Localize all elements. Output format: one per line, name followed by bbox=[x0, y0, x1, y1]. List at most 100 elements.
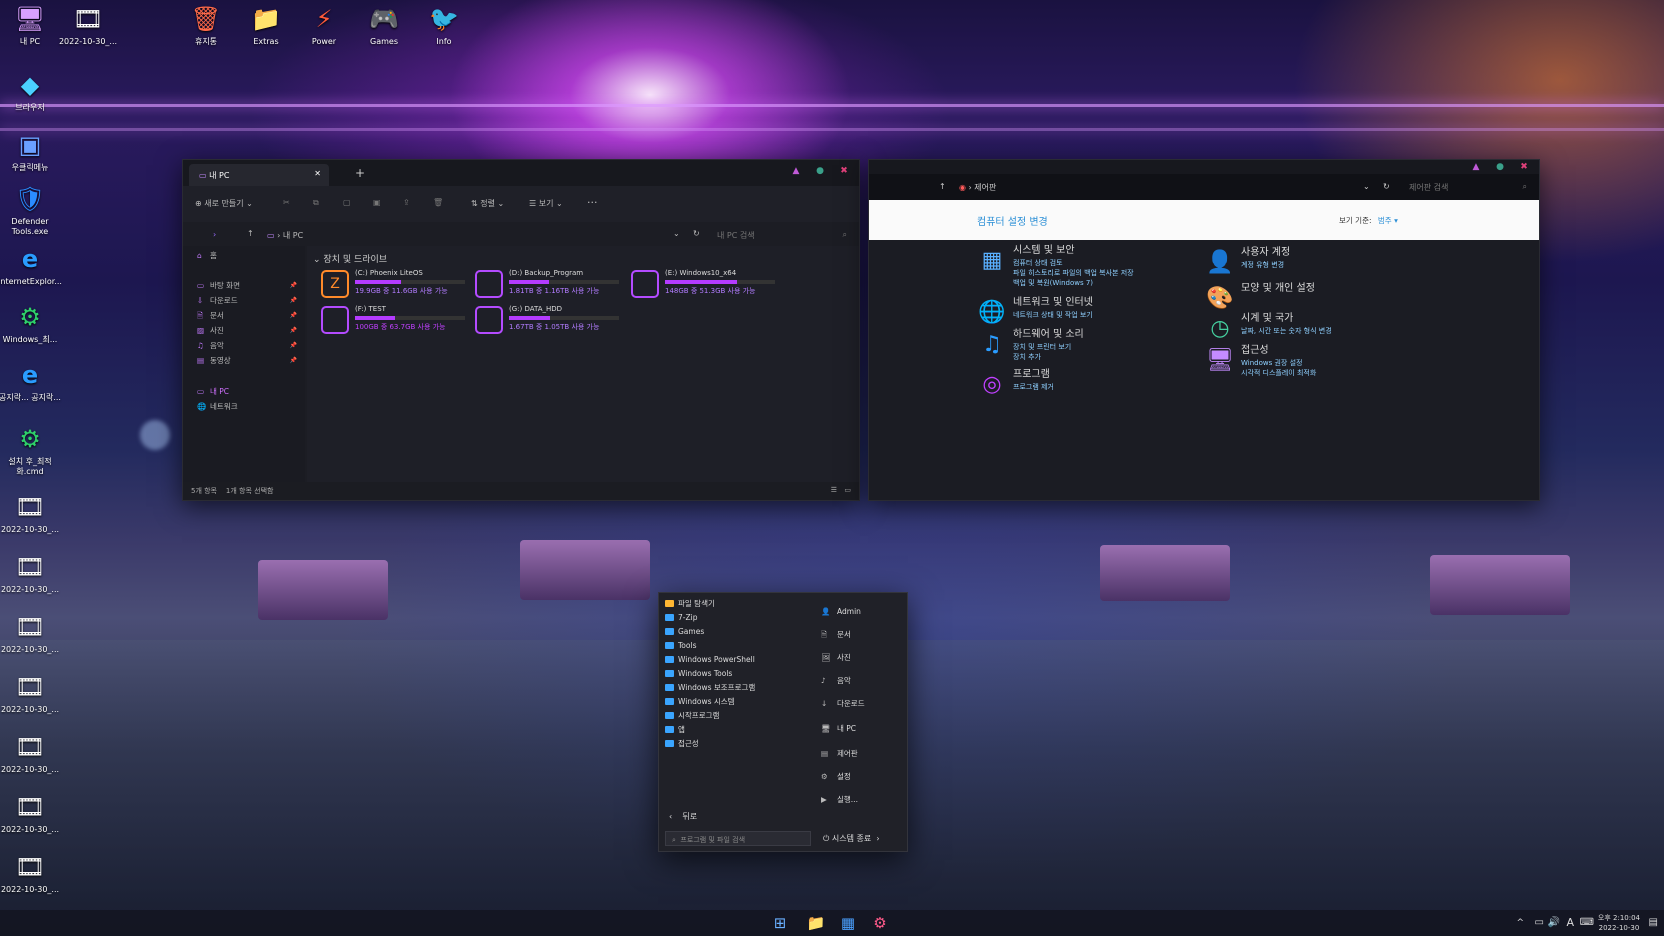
start-folder[interactable]: Windows PowerShell bbox=[665, 653, 755, 666]
start-folder[interactable]: 7-Zip bbox=[665, 611, 697, 624]
start-folder[interactable]: Tools bbox=[665, 639, 696, 652]
desktop-icon-video[interactable]: 🎞 2022-10-30_... bbox=[56, 4, 120, 47]
start-button[interactable]: ⊞ bbox=[770, 914, 790, 932]
rename-icon[interactable]: ▣ bbox=[373, 198, 381, 207]
link[interactable]: 장치 추가 bbox=[1013, 352, 1041, 362]
address-bar[interactable]: ◉ › 제어판 bbox=[959, 182, 996, 193]
up-icon[interactable]: ↑ bbox=[939, 182, 946, 191]
drive-c[interactable]: Z (C:) Phoenix LiteOS 19.9GB 중 11.6GB 사용 가… bbox=[321, 268, 471, 300]
minimize-icon[interactable]: ▲ bbox=[1471, 162, 1481, 172]
desktop-icon-video[interactable]: 🎞 2022-10-30_... bbox=[0, 552, 62, 595]
sidebar-item-desktop[interactable]: ▭ 바탕 화면 📌 bbox=[197, 280, 301, 292]
sidebar-item-videos[interactable]: ▤ 동영상 📌 bbox=[197, 355, 301, 367]
clock[interactable]: 오후 2:10:04 2022-10-30 bbox=[1598, 913, 1640, 933]
sidebar-item-documents[interactable]: 🗎 문서 📌 bbox=[197, 310, 301, 322]
new-tab-button[interactable]: + bbox=[355, 166, 365, 180]
start-folder[interactable]: Windows 시스템 bbox=[665, 695, 735, 708]
settings-taskbar-icon[interactable]: ⚙ bbox=[870, 914, 890, 932]
store-taskbar-icon[interactable]: ▦ bbox=[838, 914, 858, 932]
search-input[interactable]: ⌕ 프로그램 및 파일 검색 bbox=[665, 831, 811, 846]
close-icon[interactable]: ✖ bbox=[1519, 162, 1529, 172]
desktop-icon-video[interactable]: 🎞 2022-10-30_... bbox=[0, 792, 62, 835]
sidebar-item-home[interactable]: ⌂ 홈 bbox=[197, 250, 301, 262]
link[interactable]: 장치 및 프린터 보기 bbox=[1013, 342, 1071, 352]
file-explorer-taskbar-icon[interactable]: 📁 bbox=[806, 914, 826, 932]
network-tray-icon[interactable]: ▭ bbox=[1535, 917, 1544, 928]
desktop-icon-browser[interactable]: ◆ 브라우저 bbox=[0, 70, 62, 113]
sort-button[interactable]: ⇅ 정렬 ⌄ bbox=[471, 198, 504, 209]
link[interactable]: 파일 히스토리로 파일의 백업 복사본 저장 bbox=[1013, 268, 1134, 278]
start-right-control-panel[interactable]: ▤ 제어판 bbox=[821, 747, 858, 761]
start-right-run[interactable]: ▶ 실행... bbox=[821, 793, 858, 807]
start-right-pictures[interactable]: 🖼 사진 bbox=[821, 651, 851, 665]
start-right-admin[interactable]: 👤 Admin bbox=[821, 605, 861, 619]
desktop-icon-ie[interactable]: e InternetExplor... bbox=[0, 244, 62, 287]
sidebar-item-pictures[interactable]: ▨ 사진 📌 bbox=[197, 325, 301, 337]
search-input[interactable]: 내 PC 검색 ⌕ bbox=[713, 228, 853, 242]
notification-icon[interactable]: ▤ bbox=[1649, 917, 1658, 928]
link[interactable]: 백업 및 복원(Windows 7) bbox=[1013, 278, 1093, 288]
view-button[interactable]: ☰ 보기 ⌄ bbox=[529, 198, 563, 209]
link[interactable]: 시각적 디스플레이 최적화 bbox=[1241, 368, 1316, 378]
tiles-view-icon[interactable]: ▭ bbox=[844, 486, 851, 494]
sidebar-item-this-pc[interactable]: ▭ 내 PC bbox=[197, 386, 301, 398]
desktop-icon-defender[interactable]: 🛡 Defender Tools.exe bbox=[0, 184, 62, 237]
desktop-icon-context-menu[interactable]: ▣ 우클릭메뉴 bbox=[0, 130, 62, 173]
minimize-icon[interactable]: ▲ bbox=[791, 166, 801, 176]
start-right-this-pc[interactable]: 🖥 내 PC bbox=[821, 722, 856, 736]
paste-icon[interactable]: ▢ bbox=[343, 198, 351, 207]
keyboard-icon[interactable]: ⌨ bbox=[1580, 917, 1594, 928]
desktop-icon-video[interactable]: 🎞 2022-10-30_... bbox=[0, 492, 62, 535]
search-input[interactable]: 제어판 검색 ⌕ bbox=[1405, 180, 1533, 194]
sidebar-item-music[interactable]: ♫ 음악 📌 bbox=[197, 340, 301, 352]
desktop-icon-video[interactable]: 🎞 2022-10-30_... bbox=[0, 672, 62, 715]
sidebar-item-downloads[interactable]: ⇩ 다운로드 📌 bbox=[197, 295, 301, 307]
copy-icon[interactable]: ⧉ bbox=[313, 198, 319, 208]
desktop-icon-install-cmd[interactable]: ⚙ 설치 후_최적화.cmd bbox=[0, 424, 62, 477]
details-view-icon[interactable]: ☰ bbox=[831, 486, 837, 494]
desktop-icon-info[interactable]: 🐦 Info bbox=[412, 4, 476, 47]
start-right-settings[interactable]: ⚙ 설정 bbox=[821, 770, 851, 784]
link[interactable]: 컴퓨터 상태 검토 bbox=[1013, 258, 1063, 268]
delete-icon[interactable]: 🗑 bbox=[433, 198, 443, 207]
desktop-icon-video[interactable]: 🎞 2022-10-30_... bbox=[0, 732, 62, 775]
maximize-icon[interactable]: ● bbox=[815, 166, 825, 176]
forward-icon[interactable]: › bbox=[213, 230, 216, 239]
tray-chevron[interactable]: ^ bbox=[1516, 918, 1524, 928]
start-folder[interactable]: Games bbox=[665, 625, 704, 638]
desktop-icon-this-pc[interactable]: 🖥 내 PC bbox=[0, 4, 62, 47]
link[interactable]: Windows 권장 설정 bbox=[1241, 358, 1302, 368]
desktop-icon-power[interactable]: ⚡ Power bbox=[292, 4, 356, 47]
volume-icon[interactable]: 🔊 bbox=[1548, 917, 1560, 928]
close-tab-icon[interactable]: ✕ bbox=[314, 169, 321, 178]
cut-icon[interactable]: ✂ bbox=[283, 198, 290, 207]
start-right-documents[interactable]: 🗎 문서 bbox=[821, 628, 851, 642]
desktop-icon-recycle-bin[interactable]: 🗑 휴지통 bbox=[174, 4, 238, 47]
back-button[interactable]: ‹ 뒤로 bbox=[669, 811, 697, 822]
desktop-icon-notice[interactable]: e 공지락... 공지락... bbox=[0, 360, 62, 403]
start-folder[interactable]: 앱 bbox=[665, 723, 685, 736]
share-icon[interactable]: ⇪ bbox=[403, 198, 410, 207]
ime-indicator[interactable]: A bbox=[1566, 916, 1574, 929]
refresh-icon[interactable]: ↻ bbox=[693, 229, 700, 238]
drive-d[interactable]: (D:) Backup_Program 1.81TB 중 1.16TB 사용 가능 bbox=[475, 268, 625, 300]
desktop-icon-video[interactable]: 🎞 2022-10-30_... bbox=[0, 852, 62, 895]
new-button[interactable]: ⊕ 새로 만들기 ⌄ bbox=[195, 198, 253, 209]
start-folder[interactable]: 접근성 bbox=[665, 737, 699, 750]
view-by-dropdown[interactable]: 범주 ▾ bbox=[1378, 216, 1398, 225]
up-icon[interactable]: ↑ bbox=[247, 229, 254, 238]
start-folder[interactable]: Windows Tools bbox=[665, 667, 732, 680]
start-right-downloads[interactable]: ↓ 다운로드 bbox=[821, 697, 865, 711]
start-right-music[interactable]: ♪ 음악 bbox=[821, 674, 851, 688]
sidebar-item-network[interactable]: 🌐 네트워크 bbox=[197, 401, 301, 413]
link[interactable]: 날짜, 시간 또는 숫자 형식 변경 bbox=[1241, 326, 1332, 336]
chevron-down-icon[interactable]: ⌄ bbox=[1363, 182, 1370, 191]
drive-f[interactable]: (F:) TEST 100GB 중 63.7GB 사용 가능 bbox=[321, 304, 471, 336]
chevron-down-icon[interactable]: ⌄ bbox=[673, 229, 680, 238]
more-button[interactable]: ··· bbox=[587, 196, 598, 209]
desktop-icon-extras[interactable]: 📁 Extras bbox=[234, 4, 298, 47]
start-folder[interactable]: 시작프로그램 bbox=[665, 709, 719, 722]
refresh-icon[interactable]: ↻ bbox=[1383, 182, 1390, 191]
drive-g[interactable]: (G:) DATA_HDD 1.67TB 중 1.05TB 사용 가능 bbox=[475, 304, 625, 336]
shutdown-button[interactable]: ⏻ 시스템 종료 › bbox=[823, 833, 880, 844]
